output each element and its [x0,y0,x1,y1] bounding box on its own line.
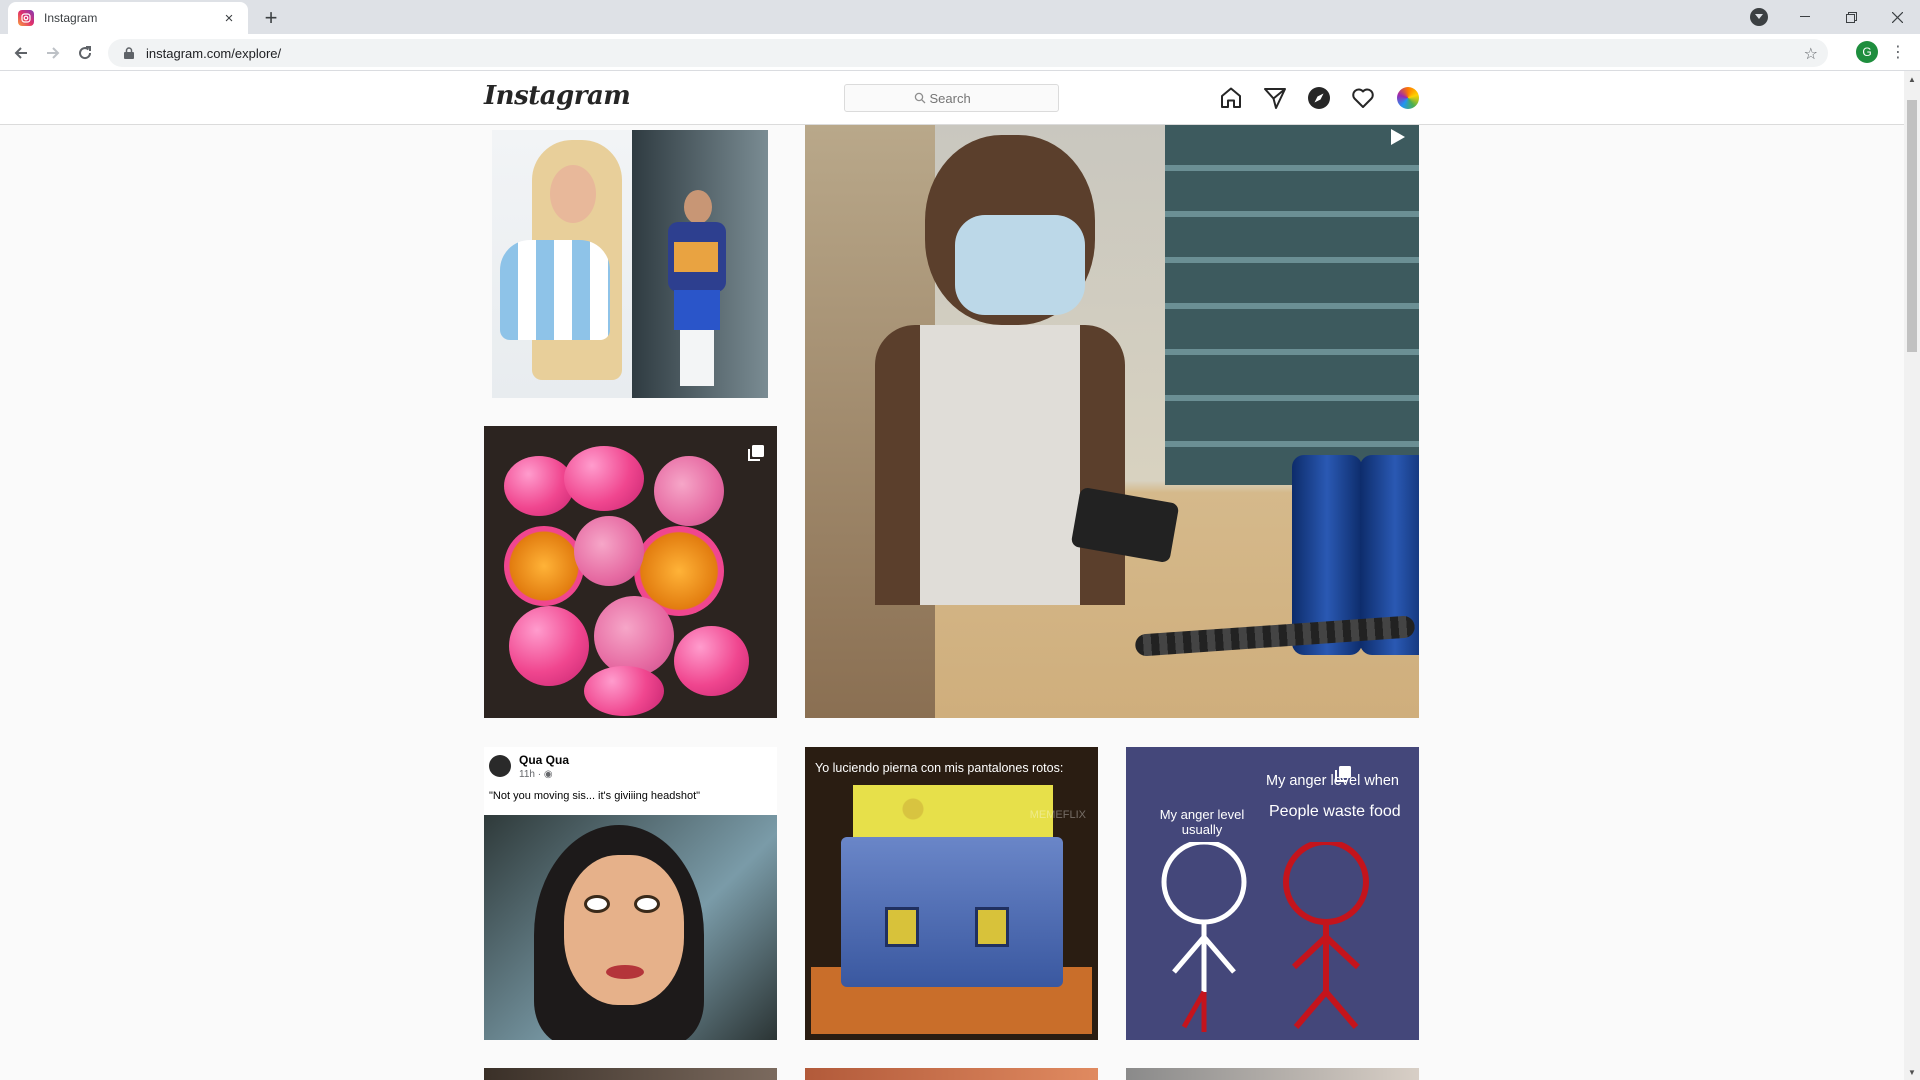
photo-person-right [662,190,732,390]
tab-search-icon[interactable] [1750,8,1768,26]
red-stick-figure [1283,842,1369,1029]
explore-post-2[interactable] [484,426,777,718]
meme-top-text: My anger level when [1266,773,1399,789]
back-icon[interactable] [8,40,34,66]
post-author-name: Qua Qua [519,753,570,767]
search-box[interactable] [844,84,1059,112]
search-input[interactable] [929,90,990,106]
browser-tab-bar: Instagram × + [0,0,1920,34]
instagram-logo[interactable]: Instagram [484,81,631,111]
new-tab-button[interactable]: + [258,5,284,31]
instagram-favicon-icon [18,10,34,26]
post-image [484,815,777,1040]
address-bar[interactable]: instagram.com/explore/ ☆ [108,39,1828,67]
explore-post-1[interactable] [492,130,768,398]
post-text: "Not you moving sis... it's giviiing hea… [489,790,701,802]
explore-post-5[interactable]: Yo luciendo pierna con mis pantalones ro… [805,747,1098,1040]
meme-right-label: People waste food [1269,803,1401,820]
carousel-icon [748,445,764,461]
post-meta: 11h · ◉ [519,769,553,780]
browser-toolbar: instagram.com/explore/ ☆ G ⋮ [0,34,1920,71]
explore-post-4[interactable]: Qua Qua 11h · ◉ "Not you moving sis... i… [484,747,777,1040]
globe-icon: ◉ [543,769,553,780]
lock-icon[interactable] [122,46,136,60]
kebab-menu-icon[interactable]: ⋮ [1890,41,1906,63]
scrollbar-thumb[interactable] [1907,100,1917,352]
post-author-avatar [489,755,511,777]
profile-avatar[interactable]: G [1856,41,1878,63]
activity-icon[interactable] [1350,85,1376,111]
restore-icon[interactable] [1828,0,1874,34]
tab-title: Instagram [44,11,98,25]
scroll-down-icon[interactable]: ▼ [1904,1064,1920,1080]
direct-icon[interactable] [1262,85,1288,111]
instagram-profile-avatar[interactable] [1397,87,1419,109]
reload-icon[interactable] [72,40,98,66]
explore-post-9[interactable] [1126,1068,1419,1080]
bookmark-star-icon[interactable]: ☆ [1804,44,1818,64]
explore-post-6[interactable]: My anger level when People waste food My… [1126,747,1419,1040]
tab-close-icon[interactable]: × [220,9,238,27]
scroll-up-icon[interactable]: ▲ [1904,71,1920,87]
meme-caption: Yo luciendo pierna con mis pantalones ro… [815,761,1064,775]
video-icon [1391,129,1405,145]
instagram-header: Instagram [0,71,1904,125]
close-icon[interactable] [1874,0,1920,34]
carousel-icon [1335,766,1351,782]
explore-post-3[interactable] [805,125,1419,718]
explore-post-7[interactable] [484,1068,777,1080]
minimize-icon[interactable] [1782,0,1828,34]
white-stick-figure [1161,842,1247,1032]
photo-person-left [492,130,632,398]
home-icon[interactable] [1218,85,1244,111]
url-text[interactable]: instagram.com/explore/ [146,46,281,61]
forward-icon[interactable] [40,40,66,66]
explore-icon[interactable] [1306,85,1332,111]
search-icon [914,92,925,104]
watermark: MEMEFLIX [1029,809,1086,821]
meme-left-label: My anger level usually [1159,807,1245,837]
explore-post-8[interactable] [805,1068,1098,1080]
browser-tab[interactable]: Instagram × [8,2,248,34]
